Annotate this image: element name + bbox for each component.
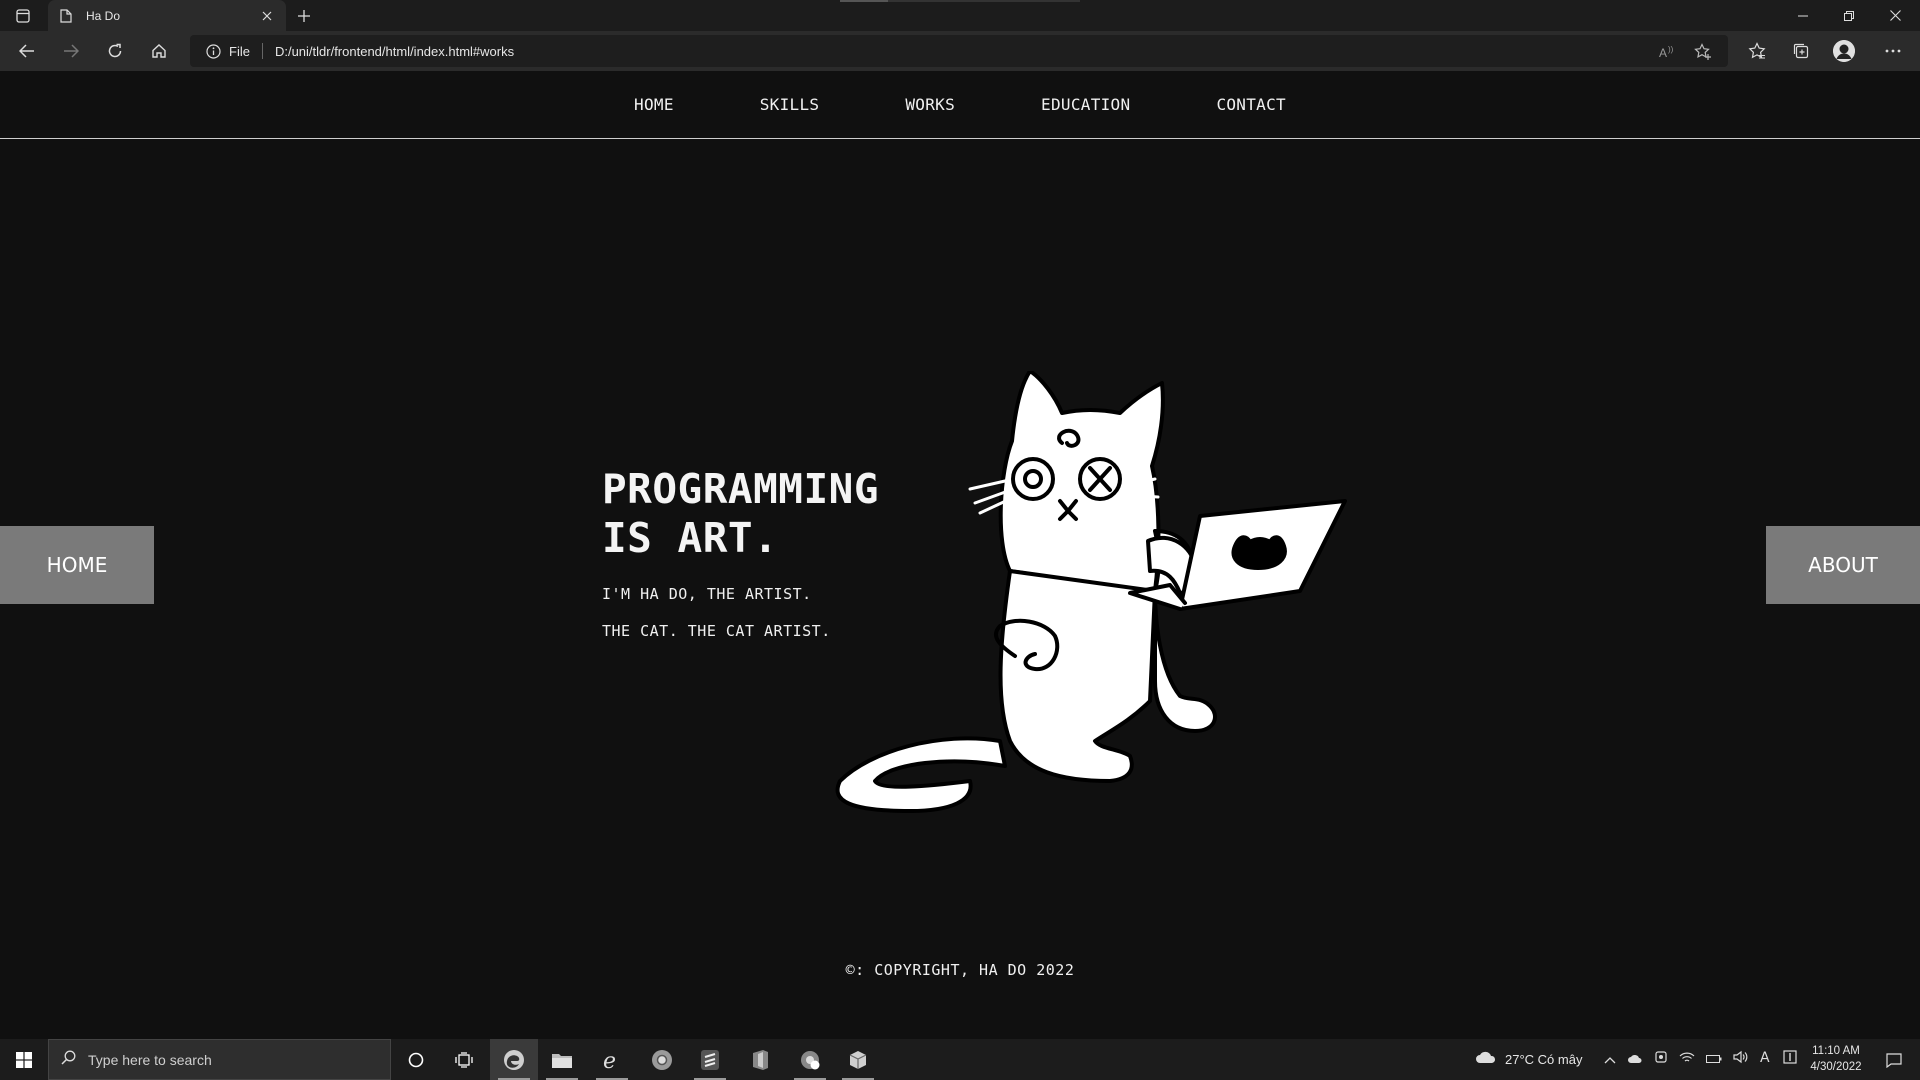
taskbar-chrome-icon[interactable] [638,1039,686,1080]
home-icon[interactable] [144,37,174,65]
nav-education[interactable]: EDUCATION [1041,95,1130,114]
minimize-icon[interactable] [1780,0,1826,31]
browser-tab-strip: Ha Do [0,0,1920,31]
add-favorite-icon[interactable] [1693,43,1713,61]
collections-icon[interactable] [1786,37,1816,65]
browser-tab[interactable]: Ha Do [48,0,286,31]
taskbar-clock[interactable]: 11:10 AM 4/30/2022 [1796,1043,1876,1075]
read-aloud-icon[interactable]: A)) [1658,43,1678,61]
taskbar-search[interactable]: Type here to search [48,1039,391,1080]
battery-icon[interactable] [1706,1051,1722,1069]
cortana-icon[interactable] [392,1039,440,1080]
url-text[interactable]: D:/uni/tldr/frontend/html/index.html#wor… [275,44,514,59]
notification-center-icon[interactable] [1872,1039,1916,1080]
more-options-icon[interactable] [1878,37,1908,65]
clock-time: 11:10 AM [1812,1045,1860,1057]
nav-home[interactable]: HOME [634,95,674,114]
info-icon[interactable] [205,43,221,59]
taskbar-sublime-icon[interactable] [686,1039,734,1080]
nav-contact[interactable]: CONTACT [1216,95,1286,114]
nav-skills[interactable]: SKILLS [760,95,820,114]
cloud-icon [1475,1050,1497,1069]
back-icon[interactable] [12,37,42,65]
forward-icon[interactable] [56,37,86,65]
wifi-icon[interactable] [1679,1051,1695,1069]
weather-widget[interactable]: 27°C Có mây [1475,1039,1582,1080]
cat-with-laptop-illustration [835,371,1347,813]
svg-text:e: e [603,1049,616,1071]
system-tray: A [1604,1039,1797,1080]
taskbar-edge-icon[interactable] [490,1039,538,1080]
meet-now-icon[interactable] [1654,1050,1668,1069]
profile-avatar[interactable] [1833,40,1855,62]
windows-taskbar: Type here to search e 27°C Có mây A 11:1… [0,1039,1920,1080]
chevron-up-icon[interactable] [1604,1051,1616,1069]
slide-prev-button[interactable]: HOME [0,526,154,604]
tab-title: Ha Do [86,8,121,23]
close-tab-icon[interactable] [258,7,276,25]
input-language-icon[interactable]: A [1760,1050,1772,1069]
close-window-icon[interactable] [1872,0,1918,31]
taskbar-app-icon[interactable] [786,1039,834,1080]
search-icon [61,1050,76,1070]
search-placeholder: Type here to search [88,1051,212,1068]
volume-icon[interactable] [1733,1050,1749,1069]
ime-icon[interactable] [1783,1050,1797,1069]
svg-text:A: A [1760,1050,1770,1064]
omnibox-separator [261,43,263,59]
site-navigation: HOME SKILLS WORKS EDUCATION CONTACT [0,71,1920,139]
slide-next-button[interactable]: ABOUT [1766,526,1920,604]
document-icon [58,8,74,24]
taskbar-internet-explorer-icon[interactable]: e [588,1039,636,1080]
taskbar-office-icon[interactable] [736,1039,784,1080]
new-tab-icon[interactable] [292,5,316,27]
onedrive-icon[interactable] [1627,1051,1643,1069]
svg-text:)): )) [1668,45,1674,54]
taskbar-package-icon[interactable] [834,1039,882,1080]
nav-works[interactable]: WORKS [905,95,955,114]
clock-date: 4/30/2022 [1810,1061,1862,1073]
refresh-icon[interactable] [100,37,130,65]
taskbar-file-explorer-icon[interactable] [538,1039,586,1080]
tab-actions-icon[interactable] [10,5,36,27]
svg-text:A: A [1659,46,1667,59]
window-drag-indicator [840,0,1080,2]
browser-toolbar: File D:/uni/tldr/frontend/html/index.htm… [0,31,1920,71]
favorites-icon[interactable] [1742,37,1772,65]
task-view-icon[interactable] [440,1039,488,1080]
windows-start-icon[interactable] [0,1039,48,1080]
web-page: HOME SKILLS WORKS EDUCATION CONTACT HOME… [0,71,1920,1039]
address-bar[interactable]: File D:/uni/tldr/frontend/html/index.htm… [190,35,1728,67]
site-footer: ©: COPYRIGHT, HA DO 2022 [845,961,1075,979]
restore-icon[interactable] [1826,0,1872,31]
weather-text: 27°C Có mây [1505,1052,1583,1067]
url-scheme-label: File [229,43,250,59]
